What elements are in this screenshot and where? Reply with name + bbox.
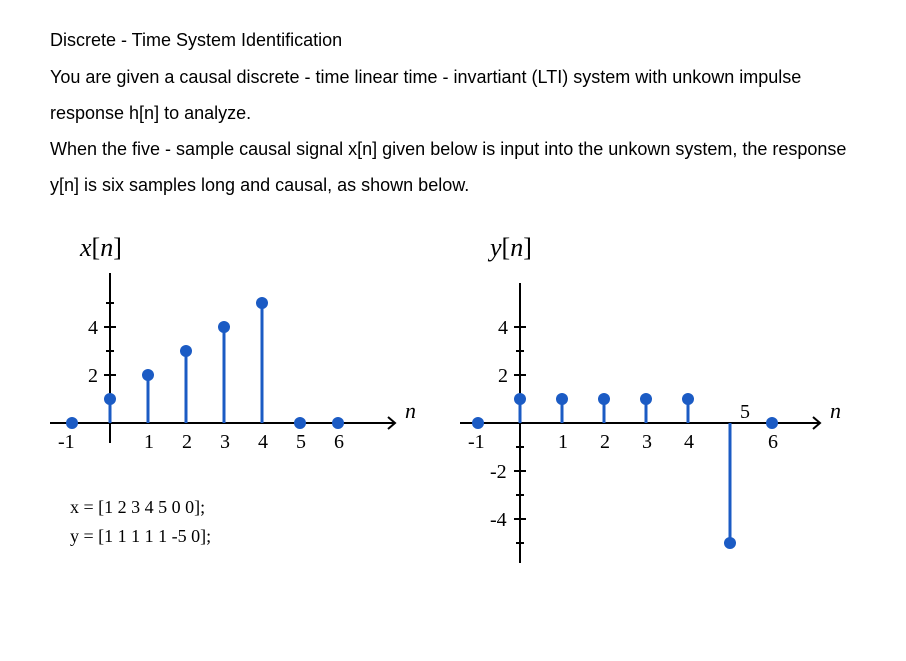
paragraph-2: When the five - sample causal signal x[n… (50, 131, 856, 203)
stem-dot (180, 345, 192, 357)
x-tick-3: 3 (220, 431, 230, 453)
stem-dot (332, 417, 344, 429)
x-tick-5: 5 (296, 431, 306, 453)
left-bracket-close: ] (113, 233, 122, 262)
right-bracket-open: [ (502, 233, 511, 262)
x-tick-2: 2 (182, 431, 192, 453)
x-tick-5: 5 (740, 401, 750, 423)
y-array-line: y = [1 1 1 1 1 -5 0]; (70, 522, 430, 551)
x-axis-label: n (405, 398, 416, 423)
x-tick-2: 2 (600, 431, 610, 453)
y-tick-4-label: 4 (498, 317, 508, 339)
stem-dot (724, 537, 736, 549)
x-tick-6: 6 (334, 431, 344, 453)
stem-dot (766, 417, 778, 429)
stem-dot (682, 393, 694, 405)
y-tick-4-label: 4 (88, 317, 98, 339)
y-tick-2-label: 2 (88, 365, 98, 387)
left-stem-plot: 2 4 1 2 3 4 5 6 -1 n (50, 273, 430, 463)
stem-dot (640, 393, 652, 405)
plots-row: x[n] 2 4 1 2 3 4 5 6 -1 (50, 233, 856, 573)
left-bracket-open: [ (92, 233, 101, 262)
right-plot-column: y[n] 2 4 -2 -4 1 2 3 4 (460, 233, 860, 573)
stem-dot (556, 393, 568, 405)
right-index: n (510, 233, 523, 262)
stem-dot (514, 393, 526, 405)
array-literals: x = [1 2 3 4 5 0 0]; y = [1 1 1 1 1 -5 0… (70, 493, 430, 551)
stem-dot (142, 369, 154, 381)
x-tick-1: 1 (558, 431, 568, 453)
x-tick-neg1: -1 (468, 431, 485, 453)
right-bracket-close: ] (523, 233, 532, 262)
x-tick-1: 1 (144, 431, 154, 453)
stem-dot (598, 393, 610, 405)
y-tick-2-label: 2 (498, 365, 508, 387)
x-array-line: x = [1 2 3 4 5 0 0]; (70, 493, 430, 522)
x-tick-6: 6 (768, 431, 778, 453)
stem-dot (256, 297, 268, 309)
x-axis-label: n (830, 398, 841, 423)
page-title: Discrete - Time System Identification (50, 30, 856, 51)
stem-dot (218, 321, 230, 333)
right-stem-plot: 2 4 -2 -4 1 2 3 4 5 6 -1 n (460, 273, 860, 573)
left-var: x (80, 233, 92, 262)
x-tick-4: 4 (684, 431, 694, 453)
stem-dot (66, 417, 78, 429)
stem-dot (104, 393, 116, 405)
x-tick-3: 3 (642, 431, 652, 453)
y-tick-n2-label: -2 (490, 461, 507, 483)
stem-dot (472, 417, 484, 429)
left-plot-column: x[n] 2 4 1 2 3 4 5 6 -1 (50, 233, 430, 573)
left-plot-title: x[n] (80, 233, 430, 263)
stem-dot (294, 417, 306, 429)
paragraph-1: You are given a causal discrete - time l… (50, 59, 856, 131)
right-plot-title: y[n] (490, 233, 860, 263)
left-index: n (100, 233, 113, 262)
x-tick-neg1: -1 (58, 431, 75, 453)
x-tick-4: 4 (258, 431, 268, 453)
y-tick-n4-label: -4 (490, 509, 507, 531)
right-var: y (490, 233, 502, 262)
